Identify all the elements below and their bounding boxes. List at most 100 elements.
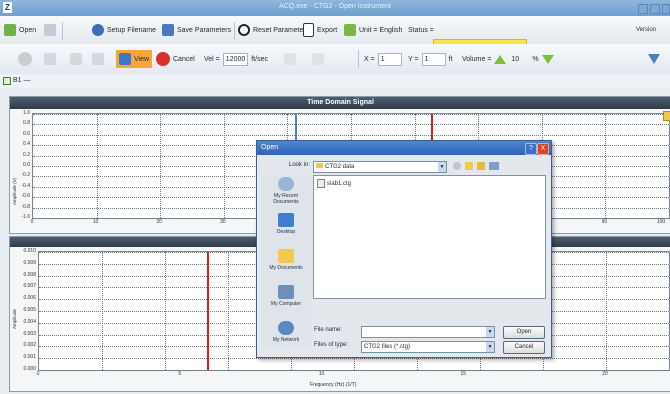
volume-label: Volume =	[462, 55, 492, 63]
cancel-label: Cancel	[173, 55, 195, 63]
x-tick-label: 90	[601, 219, 608, 225]
close-window-button[interactable]	[662, 4, 670, 14]
open-file-dialog: Open ? X Look in: CTG2 data ▼ My Recent …	[256, 140, 552, 358]
minimize-button[interactable]	[638, 4, 648, 14]
view-icon	[119, 53, 131, 65]
up-folder-icon[interactable]	[465, 162, 473, 170]
channel-bar: B1 —	[0, 74, 670, 88]
volume-down-icon[interactable]	[541, 54, 554, 64]
y-tick-label: 0.007	[23, 283, 36, 290]
x-tick-label: 10	[318, 371, 325, 377]
gear-icon	[92, 24, 104, 36]
frequency-xlabel: Frequency (Hz) (1/T)	[310, 382, 357, 388]
volume-input[interactable]: 10	[509, 54, 529, 65]
toolbar-separator	[358, 50, 359, 68]
folder-icon	[316, 163, 323, 168]
file-list[interactable]: slab1.ctg	[313, 175, 546, 299]
open-button[interactable]: Open	[4, 21, 36, 39]
place-desktop-label: Desktop	[276, 229, 296, 235]
view-button[interactable]: View	[116, 50, 153, 68]
power-icon	[238, 24, 250, 36]
open-icon	[4, 24, 16, 36]
x-tick-label: 10	[92, 219, 99, 225]
filetype-value: CTG2 files (*.ctg)	[364, 344, 411, 350]
cancel-button[interactable]: Cancel	[156, 50, 195, 68]
window-titlebar: Z ACQ.exe - CTG2 - Open Instrument	[0, 0, 670, 16]
place-network-label: My Network	[272, 337, 300, 343]
x-tick-label: 30	[220, 219, 226, 225]
x-label: X =	[364, 55, 375, 63]
unit-toggle[interactable]: Unit = English	[344, 21, 402, 39]
chevron-down-icon: ▼	[486, 342, 494, 352]
y-tick-label: -0.4	[21, 182, 30, 189]
disabled-button[interactable]	[44, 50, 56, 68]
y-tick-label: 1.0	[23, 110, 30, 116]
dialog-close-button[interactable]: X	[537, 143, 549, 155]
expand-icon[interactable]	[663, 111, 670, 121]
stop-icon	[92, 53, 104, 65]
back-icon[interactable]	[453, 162, 461, 170]
disabled-icon-button[interactable]	[44, 21, 56, 39]
x-tick-label: 20	[602, 371, 608, 377]
place-network[interactable]: My Network	[261, 321, 311, 343]
velocity-input[interactable]: 12000	[222, 52, 249, 66]
save-parameters-button[interactable]: Save Parameters	[162, 21, 231, 39]
reset-parameter-button[interactable]: Reset Parameter	[238, 21, 306, 39]
setup-filename-label: Setup Filename	[107, 26, 157, 34]
check-icon	[284, 53, 296, 65]
place-recent[interactable]: My Recent Documents	[261, 177, 311, 205]
y-tick-label: 0.8	[23, 120, 30, 127]
place-computer[interactable]: My Computer	[261, 285, 311, 307]
y-tick-label: 0.0	[23, 162, 30, 168]
play-icon	[70, 53, 82, 65]
channel-checkbox[interactable]	[3, 77, 11, 85]
filter-button[interactable]	[648, 50, 660, 68]
list-item[interactable]: slab1.ctg	[317, 179, 351, 188]
dialog-open-button[interactable]: Open	[503, 326, 545, 339]
x-tick-label: 0	[36, 371, 40, 377]
ruler-icon	[344, 24, 356, 36]
y-tick-label: 0.6	[23, 130, 30, 137]
dialog-cancel-button[interactable]: Cancel	[503, 341, 545, 354]
stop-button[interactable]	[92, 50, 104, 68]
filetype-combo[interactable]: CTG2 files (*.ctg) ▼	[361, 341, 495, 353]
x-tick-label: 15	[460, 371, 467, 377]
place-recent-label: My Recent Documents	[273, 193, 299, 205]
dialog-titlebar: Open ? X	[257, 141, 551, 155]
look-in-combo[interactable]: CTG2 data ▼	[313, 161, 447, 173]
new-folder-icon[interactable]	[477, 162, 485, 170]
filename-input[interactable]: ▼	[361, 326, 495, 338]
y-tick-label: 0.010	[23, 248, 36, 254]
x-group: X = 1	[364, 50, 402, 68]
acquisition-toolbar: View Cancel Vel = 12000 ft/sec X = 1 Y =…	[0, 44, 670, 75]
x-tick-label: 0	[30, 219, 34, 225]
place-desktop[interactable]: Desktop	[261, 213, 311, 235]
check-button[interactable]	[284, 50, 296, 68]
window-title: ACQ.exe - CTG2 - Open Instrument	[279, 3, 391, 10]
volume-up-icon[interactable]	[494, 54, 507, 64]
setup-filename-button[interactable]: Setup Filename	[92, 21, 156, 39]
grid-line-horizontal	[33, 114, 669, 115]
velocity-label: Vel =	[204, 55, 220, 63]
grid-line-horizontal	[39, 358, 669, 360]
save-icon	[162, 24, 174, 36]
y-tick-label: 0.005	[23, 307, 36, 313]
hand-icon	[44, 53, 56, 65]
x-input[interactable]: 1	[377, 52, 402, 66]
look-in-value: CTG2 data	[325, 164, 355, 170]
export-button[interactable]: Export	[303, 21, 337, 39]
maximize-button[interactable]	[650, 4, 660, 14]
help-button[interactable]: ?	[525, 143, 537, 155]
grid-line-horizontal	[33, 134, 669, 136]
clear-button[interactable]	[312, 50, 324, 68]
frequency-cursor-red[interactable]	[207, 252, 209, 370]
views-icon[interactable]	[489, 162, 499, 170]
record-button[interactable]	[18, 50, 32, 68]
y-tick-label: 0.002	[23, 342, 36, 349]
place-documents[interactable]: My Documents	[261, 249, 311, 271]
xy-unit: ft	[448, 55, 453, 63]
play-button[interactable]	[70, 50, 82, 68]
volume-unit: %	[532, 55, 539, 63]
y-input[interactable]: 1	[421, 52, 446, 66]
velocity-unit: ft/sec	[251, 55, 268, 63]
